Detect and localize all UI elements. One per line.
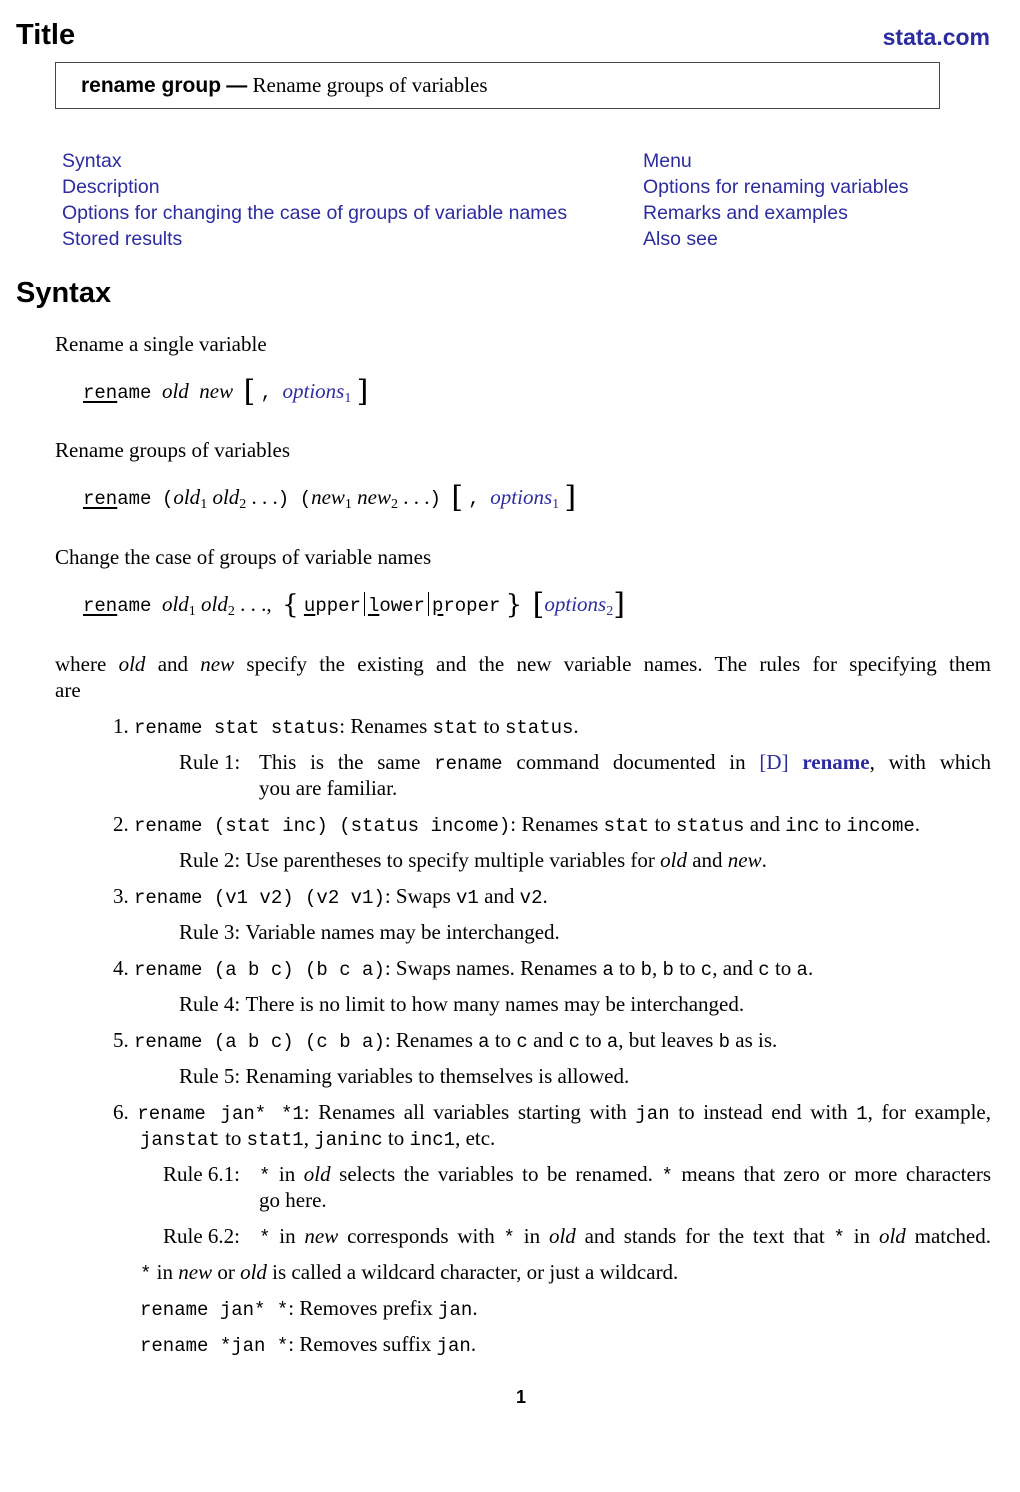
arg-old: old bbox=[161, 592, 189, 616]
command-name: rename group bbox=[81, 74, 222, 97]
rule-item-2: 2. rename (stat inc) (status income): Re… bbox=[113, 812, 921, 837]
lower-rest: ower bbox=[379, 595, 425, 617]
rule61-label: Rule 6.1: bbox=[163, 1162, 240, 1186]
rule-item-6: 6. rename jan* *1: Renames all variables… bbox=[113, 1100, 991, 1125]
stata-com-link[interactable]: stata.com bbox=[883, 24, 990, 51]
arg-new: new bbox=[357, 485, 391, 509]
form1-syntax: rename old new [ , options1 ] bbox=[83, 374, 368, 409]
bracket-close: ] bbox=[613, 587, 625, 622]
rule-item-5: 5. rename (a b c) (c b a): Renames a to … bbox=[113, 1028, 778, 1053]
command-description: Rename groups of variables bbox=[252, 73, 488, 97]
ellipsis: . . . bbox=[403, 485, 430, 509]
form2-syntax: rename (old1 old2 . . .) (new1 new2 . . … bbox=[83, 480, 576, 515]
wildcard-note: * in new or old is called a wildcard cha… bbox=[140, 1260, 679, 1285]
title-dash: — bbox=[226, 74, 248, 97]
toc-link-menu[interactable]: Menu bbox=[643, 148, 909, 174]
cmd-abbrev: ren bbox=[83, 488, 118, 510]
options-link[interactable]: options2 bbox=[544, 592, 613, 619]
cmd-rest: ame bbox=[117, 382, 152, 404]
arg-old: old bbox=[173, 485, 201, 509]
form3-syntax: rename old1 old2 . . ., { upper lower prop… bbox=[83, 587, 625, 622]
sub: 1 bbox=[200, 497, 208, 512]
comma: , bbox=[260, 382, 272, 404]
rule-item-3: 3. rename (v1 v2) (v2 v1): Swaps v1 and … bbox=[113, 884, 548, 909]
rule2-text: Rule 2: Use parentheses to specify multi… bbox=[179, 848, 767, 872]
rule-item-1: 1. rename stat status: Renames stat to s… bbox=[113, 714, 579, 739]
rule5-text: Rule 5: Renaming variables to themselves… bbox=[179, 1064, 630, 1088]
bracket-close: ] bbox=[356, 374, 369, 409]
form1-caption: Rename a single variable bbox=[55, 332, 267, 356]
cmd-abbrev: ren bbox=[83, 382, 118, 404]
arg-old: old bbox=[212, 485, 240, 509]
sub: 2 bbox=[227, 604, 235, 619]
bracket-open: [ bbox=[451, 480, 464, 515]
manual-ref-link[interactable]: [D] bbox=[759, 750, 788, 774]
rparen: ) bbox=[429, 488, 441, 510]
sub: 1 bbox=[344, 497, 352, 512]
arg-old: old bbox=[201, 592, 228, 616]
ellipsis: . . . bbox=[251, 485, 278, 509]
brace-open: { bbox=[282, 590, 299, 620]
arg-new: new bbox=[199, 379, 234, 403]
rule-item-6-cont: janstat to stat1, janinc to inc1, etc. bbox=[140, 1126, 496, 1151]
sub: 2 bbox=[239, 497, 247, 512]
where-paragraph-line2: are bbox=[55, 678, 81, 702]
upper-rest: pper bbox=[315, 595, 361, 617]
rule62-label: Rule 6.2: bbox=[163, 1224, 240, 1248]
where-paragraph-line1: where old and new specify the existing a… bbox=[55, 652, 991, 676]
rule62-text: * in new corresponds with * in old and s… bbox=[259, 1224, 991, 1249]
rule3-text: Rule 3: Variable names may be interchang… bbox=[179, 920, 560, 944]
form3-caption: Change the case of groups of variable na… bbox=[55, 545, 432, 569]
options-link[interactable]: options1 bbox=[490, 485, 559, 512]
rule1-label: Rule 1: bbox=[179, 750, 241, 774]
options-link[interactable]: options1 bbox=[282, 379, 351, 406]
lparen: ( bbox=[299, 488, 312, 510]
arg-old: old bbox=[161, 379, 189, 403]
toc-left: Syntax Description Options for changing … bbox=[62, 148, 567, 252]
rule61-text: * in old selects the variables to be ren… bbox=[259, 1162, 991, 1187]
proper-abbrev: p bbox=[431, 595, 444, 617]
rule61-text-cont: go here. bbox=[259, 1188, 327, 1212]
rule1-text-cont: you are familiar. bbox=[259, 776, 398, 800]
arg-new: new bbox=[311, 485, 345, 509]
toc-link-description[interactable]: Description bbox=[62, 174, 567, 200]
syntax-heading: Syntax bbox=[16, 277, 112, 309]
rule1-text: This is the same rename command document… bbox=[259, 750, 992, 775]
rparen: ) bbox=[277, 488, 290, 510]
example-remove-prefix: rename jan* *: Removes prefix jan. bbox=[140, 1296, 478, 1321]
toc-link-syntax[interactable]: Syntax bbox=[62, 148, 567, 174]
toc-link-stored-results[interactable]: Stored results bbox=[62, 226, 567, 252]
cmd-rest: ame bbox=[117, 595, 152, 617]
lparen: ( bbox=[161, 488, 174, 510]
cmd-rest: ame bbox=[117, 488, 152, 510]
proper-rest: roper bbox=[443, 595, 501, 617]
brace-close: } bbox=[505, 590, 523, 620]
section-title-label: Title bbox=[16, 19, 76, 51]
title-box: rename group — Rename groups of variable… bbox=[55, 62, 940, 109]
example-remove-suffix: rename *jan *: Removes suffix jan. bbox=[140, 1332, 477, 1357]
sub: 2 bbox=[391, 497, 398, 512]
lower-abbrev: l bbox=[367, 595, 380, 617]
separator-bar bbox=[363, 592, 365, 616]
separator-bar bbox=[427, 592, 429, 616]
bracket-open: [ bbox=[532, 587, 545, 622]
toc-link-also-see[interactable]: Also see bbox=[643, 226, 909, 252]
bracket-open: [ bbox=[243, 374, 256, 409]
ellipsis: . . ., bbox=[240, 592, 272, 616]
rule-item-4: 4. rename (a b c) (b c a): Swaps names. … bbox=[113, 956, 814, 981]
rename-link[interactable]: rename bbox=[802, 750, 869, 774]
cmd-abbrev: ren bbox=[83, 595, 118, 617]
toc-link-options-case[interactable]: Options for changing the case of groups … bbox=[62, 200, 567, 226]
comma: , bbox=[468, 488, 480, 510]
toc-link-options-renaming[interactable]: Options for renaming variables bbox=[643, 174, 909, 200]
bracket-close: ] bbox=[564, 480, 577, 515]
upper-abbrev: u bbox=[303, 595, 316, 617]
form2-caption: Rename groups of variables bbox=[55, 438, 291, 462]
toc-right: Menu Options for renaming variables Rema… bbox=[643, 148, 909, 252]
page-number: 1 bbox=[516, 1387, 527, 1407]
sub: 1 bbox=[188, 604, 196, 619]
rule4-text: Rule 4: There is no limit to how many na… bbox=[179, 992, 745, 1016]
toc-link-remarks[interactable]: Remarks and examples bbox=[643, 200, 909, 226]
